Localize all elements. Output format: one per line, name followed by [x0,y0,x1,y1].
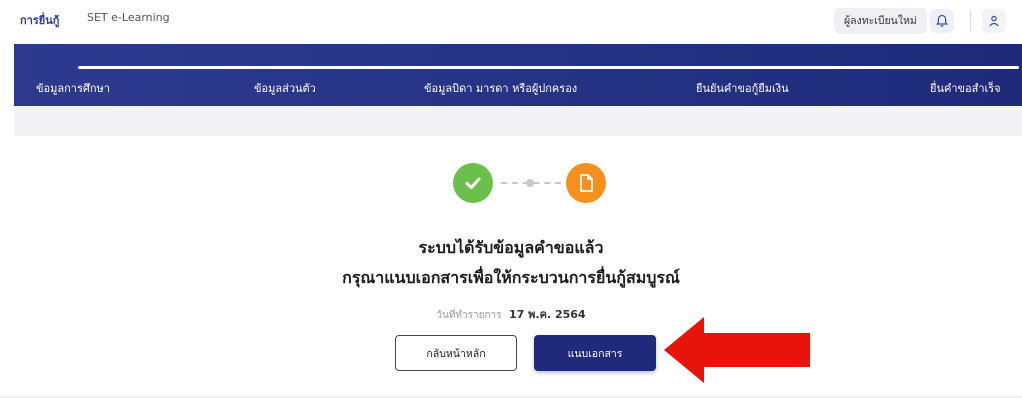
new-registrant-button[interactable]: ผู้ลงทะเบียนใหม่ [834,8,927,34]
step-parents-guardian: ข้อมูลบิดา มารดา หรือผู้ปกครอง [424,82,578,95]
attach-instruction-message: กรุณาแนบเอกสารเพื่อให้กระบวนการยื่นกู้สม… [342,268,680,287]
back-to-home-button[interactable]: กลับหน้าหลัก [395,335,517,371]
set-elearning-link[interactable]: SET e-Learning [87,11,170,24]
bell-icon[interactable] [930,9,954,33]
confirmation-message: ระบบได้รับข้อมูลคำขอแล้ว [418,238,604,257]
step-personal-info: ข้อมูลส่วนตัว [254,82,316,95]
step-education: ข้อมูลการศึกษา [36,82,110,95]
check-icon [453,163,493,203]
user-icon[interactable] [982,9,1006,33]
step-submitted: ยื่นคำขอสำเร็จ [930,82,1001,95]
date-label: วันที่ทำรายการ [436,310,502,321]
brand-link[interactable]: การยื่นกู้ [20,11,59,29]
status-indicator [453,163,606,203]
attach-documents-button[interactable]: แนบเอกสาร [534,335,656,371]
transaction-date: วันที่ทำรายการ 17 พ.ค. 2564 [0,305,1022,323]
document-icon [566,163,606,203]
progress-line [78,66,1019,69]
arrow-left-icon [664,317,810,383]
step-confirm-request: ยืนยันคำขอกู้ยืมเงิน [696,82,789,95]
connector-dot [526,179,534,187]
step-progress-bar: ข้อมูลการศึกษา ข้อมูลส่วนตัว ข้อมูลบิดา … [14,44,1022,106]
top-bar: การยื่นกู้ SET e-Learning ผู้ลงทะเบียนให… [0,0,1022,44]
date-value: 17 พ.ค. 2564 [509,308,586,321]
header-divider [970,10,971,32]
section-divider-band [14,106,1022,136]
